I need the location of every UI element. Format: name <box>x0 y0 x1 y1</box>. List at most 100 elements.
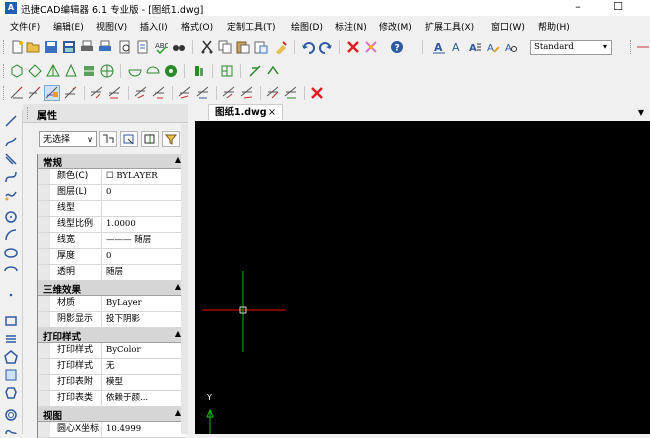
menu-format[interactable]: 格式(O) <box>181 20 213 33</box>
open-folder-icon[interactable] <box>26 40 40 54</box>
section-icon[interactable] <box>248 64 262 78</box>
diameter-dimension-icon[interactable] <box>108 86 122 100</box>
leader-icon[interactable] <box>222 86 236 100</box>
property-value[interactable]: ☐ BYLAYER <box>102 169 186 184</box>
filter-icon[interactable] <box>162 131 180 147</box>
region-icon[interactable] <box>4 368 18 382</box>
delete-dimension-icon[interactable] <box>310 86 324 100</box>
property-value[interactable]: 模型 <box>102 375 186 390</box>
pyramid-icon[interactable] <box>46 64 60 78</box>
find-icon[interactable] <box>172 40 186 54</box>
toolbar-grip[interactable] <box>3 64 7 78</box>
polyline-icon[interactable] <box>4 152 18 166</box>
freehand-icon[interactable] <box>4 188 18 202</box>
menu-edit[interactable]: 编辑(E) <box>53 20 84 33</box>
interference-icon[interactable] <box>266 64 280 78</box>
save-icon[interactable] <box>44 40 58 54</box>
property-value[interactable] <box>102 201 186 216</box>
close-icon[interactable]: × <box>268 105 276 121</box>
maximize-button[interactable]: ☐ <box>606 0 630 16</box>
toolbar-grip[interactable] <box>3 86 7 100</box>
multiline-text-icon[interactable]: A <box>468 40 482 54</box>
menu-window[interactable]: 窗口(W) <box>491 20 525 33</box>
property-row-material[interactable]: 材质 ByLayer <box>38 296 186 312</box>
boundary-icon[interactable] <box>4 386 18 400</box>
property-row-plot-style[interactable]: 打印样式 ByColor <box>38 343 186 359</box>
new-file-icon[interactable] <box>10 40 24 54</box>
menu-draw[interactable]: 绘图(D) <box>291 20 323 33</box>
page-setup-icon[interactable] <box>136 40 150 54</box>
baseline-dimension-icon[interactable] <box>152 86 166 100</box>
plot-icon[interactable] <box>98 40 112 54</box>
property-value[interactable]: 0 <box>102 185 186 200</box>
aligned-dimension-icon[interactable] <box>28 86 42 100</box>
property-row-plot-style-table[interactable]: 打印样式表无 <box>38 359 186 386</box>
print-preview-icon[interactable] <box>118 40 132 54</box>
text-style-select[interactable]: Standard ▾ <box>530 40 612 55</box>
paste-icon[interactable] <box>236 40 250 54</box>
ray-icon[interactable] <box>4 134 18 148</box>
quick-dimension-icon[interactable] <box>196 86 210 100</box>
property-row-linetype-scale[interactable]: 线型比例 1.0000 <box>38 217 186 233</box>
copy-icon[interactable] <box>218 40 232 54</box>
text-style-icon[interactable]: A <box>432 40 446 54</box>
menu-help[interactable]: 帮助(H) <box>538 20 570 33</box>
property-row-transparency[interactable]: 透明 随层 <box>38 265 186 281</box>
wedge-icon[interactable] <box>28 64 42 78</box>
continue-dimension-icon[interactable] <box>178 86 192 100</box>
property-row-center-x[interactable]: 圆心X坐标 10.4999 <box>38 422 186 438</box>
toggle-pickadd-icon[interactable] <box>99 131 117 147</box>
property-row-linetype[interactable]: 线型 <box>38 201 186 217</box>
undo-icon[interactable] <box>301 40 315 54</box>
angular-dimension-icon[interactable] <box>134 86 148 100</box>
menu-extend-tools[interactable]: 扩展工具(X) <box>425 20 474 33</box>
point-icon[interactable] <box>4 288 18 302</box>
print-icon[interactable] <box>80 40 94 54</box>
drawing-canvas[interactable]: Y <box>195 121 650 434</box>
property-value[interactable]: 随层 <box>102 265 186 280</box>
ellipse-arc-icon[interactable] <box>4 264 18 278</box>
property-row-plot-table-attached[interactable]: 打印表附加到模型 <box>38 375 186 402</box>
menu-modify[interactable]: 修改(M) <box>379 20 412 33</box>
tab-drawing1[interactable]: 图纸1.dwg × <box>208 104 283 120</box>
dish-icon[interactable] <box>128 64 142 78</box>
property-row-shadow[interactable]: 阴影显示 投下阴影 <box>38 312 186 328</box>
property-value[interactable]: ——— 随层 <box>102 233 186 248</box>
delete-icon[interactable] <box>346 40 360 54</box>
box-3d-icon[interactable] <box>10 64 24 78</box>
hatch-icon[interactable] <box>4 332 18 346</box>
save-all-icon[interactable] <box>62 40 76 54</box>
spline-icon[interactable] <box>4 170 18 184</box>
active-dimension-style-icon[interactable] <box>44 85 60 101</box>
menu-custom-tools[interactable]: 定制工具(T) <box>227 20 276 33</box>
spell-check-icon[interactable]: ABC <box>154 40 168 54</box>
property-value[interactable]: 无 <box>102 359 186 374</box>
section-plot-style[interactable]: 打印样式 ▲ <box>38 328 186 343</box>
property-value[interactable]: ByColor <box>102 343 186 358</box>
redo-icon[interactable] <box>319 40 333 54</box>
property-row-thickness[interactable]: 厚度 0 <box>38 249 186 265</box>
section-general[interactable]: 常规 ▲ <box>38 154 186 169</box>
match-properties-icon[interactable] <box>274 40 288 54</box>
menu-file[interactable]: 文件(F) <box>10 20 40 33</box>
erase-purge-icon[interactable] <box>364 40 378 54</box>
property-value[interactable]: 0 <box>102 249 186 264</box>
linear-dimension-icon[interactable] <box>10 86 24 100</box>
property-value[interactable]: 依赖于颜... <box>102 391 186 406</box>
property-value[interactable]: 10.4999 <box>102 422 186 437</box>
property-row-layer[interactable]: 图层(L) 0 <box>38 185 186 201</box>
polygon-icon[interactable] <box>4 350 18 364</box>
rectangle-icon[interactable] <box>4 314 18 328</box>
property-row-lineweight[interactable]: 线宽 ——— 随层 <box>38 233 186 249</box>
toolbar-grip[interactable] <box>3 40 7 54</box>
extrude-icon[interactable] <box>192 64 206 78</box>
dim-style-icon[interactable] <box>636 40 650 54</box>
dimension-edit-icon[interactable] <box>284 86 298 100</box>
property-row-plot-table-type[interactable]: 打印表类型依赖于颜... <box>38 391 186 418</box>
menu-insert[interactable]: 插入(I) <box>140 20 168 33</box>
cylinder-icon[interactable] <box>82 64 96 78</box>
help-icon[interactable]: ? <box>390 40 404 54</box>
slice-icon[interactable] <box>220 64 234 78</box>
revision-cloud-icon[interactable] <box>4 424 18 438</box>
properties-scrollbar[interactable] <box>181 124 188 434</box>
